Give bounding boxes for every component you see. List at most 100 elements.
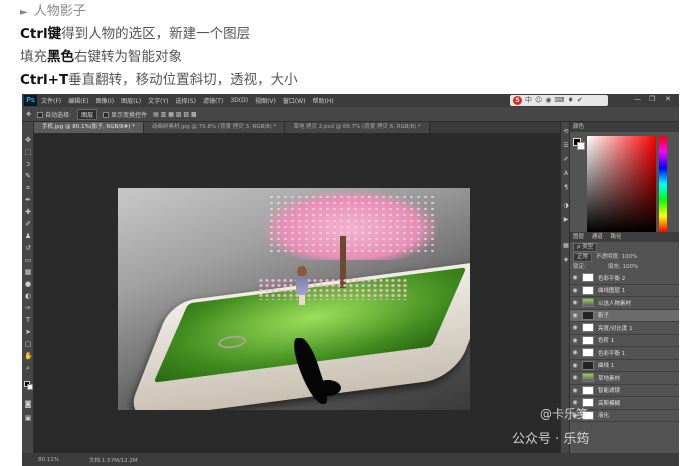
background-color-swatch[interactable]: [27, 384, 33, 390]
layer-row[interactable]: ◉ 草地素材: [570, 372, 679, 385]
align-icons[interactable]: ▤ ▥ ▦ ▧ ▨ ▩: [153, 111, 197, 118]
menu-view[interactable]: 视图(V): [255, 96, 276, 105]
chinese-mode-icon[interactable]: 中: [525, 95, 532, 106]
paragraph-panel-icon[interactable]: ¶: [562, 184, 570, 192]
quick-mask-icon[interactable]: ◙: [24, 400, 32, 408]
brush-tool-icon[interactable]: ✐: [24, 220, 32, 228]
visibility-eye-icon[interactable]: ◉: [572, 374, 578, 381]
color-panel-background[interactable]: [577, 142, 585, 150]
tab-phone-doc[interactable]: 手机.jpg @ 80.1%(影子, RGB/8#) *: [34, 122, 144, 133]
close-icon[interactable]: ✕: [665, 95, 671, 103]
menu-edit[interactable]: 编辑(E): [68, 96, 88, 105]
menu-file[interactable]: 文件(F): [41, 96, 61, 105]
layer-filter-row: ρ 类型: [570, 242, 679, 252]
menu-layer[interactable]: 图层(L): [121, 96, 141, 105]
layer-thumbnail: [582, 360, 594, 370]
lasso-tool-icon[interactable]: ↄ: [24, 160, 32, 168]
stamp-tool-icon[interactable]: ♟: [24, 232, 32, 240]
opacity-field[interactable]: 不透明度: 100%: [596, 252, 637, 262]
visibility-eye-icon[interactable]: ◉: [572, 287, 578, 294]
character-panel-icon[interactable]: A: [562, 170, 570, 178]
layer-row[interactable]: ◉ 色彩平衡 2: [570, 272, 679, 285]
girl-dress: [296, 276, 308, 296]
layer-row[interactable]: ◉ 色彩平衡 1: [570, 347, 679, 360]
properties-panel-icon[interactable]: ☰: [562, 142, 570, 150]
tab-color[interactable]: 颜色: [573, 124, 584, 130]
layer-row[interactable]: ◉ 以选人物素材: [570, 297, 679, 310]
quick-select-tool-icon[interactable]: ✎: [24, 172, 32, 180]
hue-slider[interactable]: [659, 136, 667, 232]
menu-type[interactable]: 文字(Y): [148, 96, 168, 105]
skin-icon[interactable]: ♦: [568, 95, 574, 106]
layer-row[interactable]: ◉ 曲线 1: [570, 360, 679, 372]
styles-panel-icon[interactable]: ◈: [562, 256, 570, 264]
show-transform-checkbox[interactable]: 显示变换控件: [103, 110, 147, 119]
move-tool-icon[interactable]: ✥: [26, 111, 31, 118]
keyboard-icon[interactable]: ⌨: [554, 95, 564, 106]
history-brush-icon[interactable]: ↺: [24, 244, 32, 252]
layer-row[interactable]: ◉ 智能滤镜: [570, 385, 679, 397]
gradient-tool-icon[interactable]: ▦: [24, 268, 32, 276]
auto-select-target-dropdown[interactable]: 图层: [77, 108, 98, 120]
screen-mode-icon[interactable]: ▣: [24, 414, 32, 422]
eyedropper-tool-icon[interactable]: ✒: [24, 196, 32, 204]
swatches-panel-icon[interactable]: ▦: [562, 242, 570, 250]
tab-layers[interactable]: 图层: [573, 234, 584, 240]
brush-panel-icon[interactable]: ✐: [562, 156, 570, 164]
fill-field[interactable]: 填充: 100%: [608, 262, 638, 272]
maximize-icon[interactable]: ❐: [649, 95, 655, 103]
menu-window[interactable]: 窗口(W): [283, 96, 306, 105]
visibility-eye-icon[interactable]: ◉: [572, 337, 578, 344]
emoji-icon[interactable]: ☺: [535, 95, 542, 106]
actions-panel-icon[interactable]: ▶: [562, 216, 570, 224]
minimize-icon[interactable]: —: [634, 95, 641, 103]
color-picker-field[interactable]: [587, 136, 656, 232]
visibility-eye-icon[interactable]: ◉: [572, 387, 578, 394]
menu-image[interactable]: 图像(I): [96, 96, 114, 105]
canvas-area[interactable]: [34, 133, 560, 453]
blend-mode-dropdown[interactable]: 正常: [573, 253, 593, 262]
menu-3d[interactable]: 3D(D): [230, 97, 248, 104]
pen-tool-icon[interactable]: ✑: [24, 304, 32, 312]
auto-select-checkbox[interactable]: 自动选择:: [37, 110, 71, 119]
visibility-eye-icon[interactable]: ◉: [572, 349, 578, 356]
path-select-tool-icon[interactable]: ➤: [24, 328, 32, 336]
eraser-tool-icon[interactable]: ▭: [24, 256, 32, 264]
voice-icon[interactable]: ◉: [545, 95, 551, 106]
visibility-eye-icon[interactable]: ◉: [572, 274, 578, 281]
layer-row-selected[interactable]: ◉ 影子: [570, 309, 679, 322]
move-tool-icon[interactable]: ✥: [24, 136, 32, 144]
visibility-eye-icon[interactable]: ◉: [572, 362, 578, 369]
photoshop-logo: Ps: [24, 95, 37, 106]
visibility-eye-icon[interactable]: ◉: [572, 324, 578, 331]
hand-tool-icon[interactable]: ✋: [24, 352, 33, 360]
visibility-eye-icon[interactable]: ◉: [572, 312, 578, 319]
tab-tree-doc[interactable]: 动画树素材.jpg @ 75.8% (背景 拷贝 3, RGB/8) *: [143, 122, 286, 133]
menu-select[interactable]: 选择(S): [175, 96, 196, 105]
visibility-eye-icon[interactable]: ◉: [572, 299, 578, 306]
layer-row[interactable]: ◉ 曲线图层 1: [570, 285, 679, 297]
tab-grass-doc[interactable]: 草地 拷贝 2.psd @ 66.7% (背景 拷贝 6, RGB/8) *: [285, 122, 430, 133]
tab-paths[interactable]: 路径: [611, 234, 622, 240]
tools-icon[interactable]: ✔: [577, 95, 583, 106]
layer-row[interactable]: ◉ 色阶 1: [570, 335, 679, 347]
menu-help[interactable]: 帮助(H): [313, 96, 334, 105]
sogou-icon[interactable]: S: [513, 96, 522, 105]
healing-tool-icon[interactable]: ✚: [24, 208, 32, 216]
crop-tool-icon[interactable]: ⌗: [24, 184, 32, 192]
shape-tool-icon[interactable]: ▢: [24, 340, 32, 348]
blur-tool-icon[interactable]: ●: [24, 280, 32, 288]
type-tool-icon[interactable]: T: [24, 316, 32, 324]
menu-bar: Ps 文件(F) 编辑(E) 图像(I) 图层(L) 文字(Y) 选择(S) 滤…: [22, 94, 679, 107]
zoom-tool-icon[interactable]: ⌕: [24, 364, 32, 372]
layer-name: 曲线图层 1: [598, 288, 626, 295]
layer-filter-dropdown[interactable]: ρ 类型: [573, 243, 598, 252]
tab-channels[interactable]: 通道: [592, 234, 603, 240]
layer-row[interactable]: ◉ 亮度/对比度 1: [570, 322, 679, 335]
marquee-tool-icon[interactable]: ⬚: [24, 148, 32, 156]
menu-filter[interactable]: 滤镜(T): [203, 96, 223, 105]
history-panel-icon[interactable]: ⟲: [562, 128, 570, 136]
adjustments-panel-icon[interactable]: ◑: [562, 202, 570, 210]
dodge-tool-icon[interactable]: ◐: [24, 292, 32, 300]
zoom-level[interactable]: 80.11%: [38, 457, 59, 463]
